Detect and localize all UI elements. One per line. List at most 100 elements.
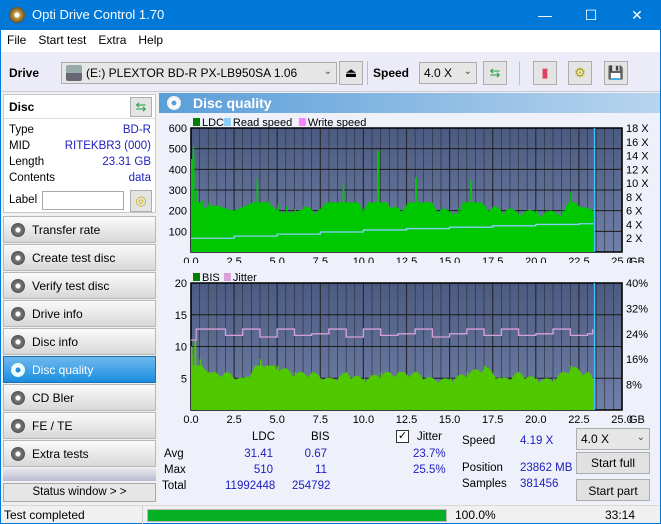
nav-transfer-rate[interactable]: Transfer rate: [3, 216, 156, 243]
max-ldc: 510: [253, 464, 273, 476]
data-bar: [194, 202, 197, 252]
menu-help[interactable]: Help: [132, 30, 169, 47]
data-spike: [277, 365, 279, 410]
status-window-button[interactable]: Status window > >: [3, 483, 156, 502]
data-spike: [294, 371, 296, 410]
refresh-icon: ⇆: [135, 99, 147, 114]
data-spike: [225, 208, 227, 252]
disc-row-length: Length 23.31 GB: [4, 156, 155, 172]
disc-quality-icon: [11, 363, 25, 377]
status-text: Test completed: [4, 508, 85, 522]
erase-button[interactable]: ▮: [533, 61, 557, 85]
speed-select[interactable]: 4.0 X ⌄: [419, 62, 477, 84]
nav-disc-info[interactable]: Disc info: [3, 328, 156, 355]
legend-swatch: [193, 273, 200, 281]
start-full-button[interactable]: Start full: [576, 452, 650, 474]
maximize-button[interactable]: ☐: [568, 0, 614, 30]
position-label: Position: [462, 462, 503, 474]
data-spike: [242, 378, 245, 410]
data-spike: [268, 200, 271, 252]
y-tick-label: 500: [169, 144, 187, 156]
disc-contents-label: Contents: [9, 172, 56, 184]
close-button[interactable]: ✕: [614, 0, 660, 30]
nav-label: Drive info: [32, 307, 83, 321]
disc-label-input[interactable]: [42, 191, 124, 210]
eject-button[interactable]: ⏏: [339, 61, 363, 85]
legend-swatch: [193, 118, 200, 126]
window-title: Opti Drive Control 1.70: [32, 7, 165, 22]
y-right-tick-label: 16%: [626, 354, 648, 366]
x-axis-unit: GB: [629, 256, 645, 263]
settings-button[interactable]: ⚙: [568, 61, 592, 85]
avg-label: Avg: [164, 448, 184, 460]
nav-drive-info[interactable]: Drive info: [3, 300, 156, 327]
data-spike: [449, 210, 452, 252]
progress-fill: [148, 510, 446, 521]
x-tick-label: 5.0: [270, 256, 285, 263]
jitter-label: Jitter: [417, 431, 442, 443]
nav-label: CD Bler: [32, 391, 75, 405]
jitter-checkbox[interactable]: ✓: [396, 430, 409, 443]
data-spike: [320, 208, 322, 252]
data-spike: [415, 371, 417, 410]
x-tick-label: 5.0: [270, 414, 285, 425]
drive-select-value: (E:) PLEXTOR BD-R PX-LB950SA 1.06: [86, 66, 298, 80]
nav-label: Verify test disc: [32, 279, 110, 293]
data-spike: [535, 210, 538, 252]
y-tick-label: 10: [175, 342, 187, 354]
data-spike: [294, 208, 296, 252]
data-spike: [397, 371, 400, 410]
toolbar-separator: [519, 61, 520, 85]
speed-label: Speed: [462, 435, 496, 447]
toolbar-separator: [367, 61, 368, 85]
x-tick-label: 10.0: [353, 256, 374, 263]
y-right-tick-label: 10 X: [626, 178, 649, 190]
refresh-icon: ⇆: [489, 65, 501, 80]
y-tick-label: 15: [175, 310, 187, 322]
status-bar: Test completed 100.0% 33:14: [1, 505, 660, 524]
total-bis: 254792: [292, 480, 331, 492]
disc-row-contents: Contents data: [4, 172, 155, 188]
legend-swatch: [223, 273, 231, 281]
x-tick-label: 2.5: [226, 414, 241, 425]
menu-start-test[interactable]: Start test: [32, 30, 92, 47]
nav-verify-test-disc[interactable]: Verify test disc: [3, 272, 156, 299]
minimize-button[interactable]: —: [522, 0, 568, 30]
menu-file[interactable]: File: [1, 30, 32, 47]
samples-value: 381456: [520, 478, 559, 490]
data-spike: [342, 183, 345, 252]
y-right-tick-label: 2 X: [626, 233, 643, 245]
save-button[interactable]: 💾: [604, 61, 628, 85]
toolbar: Drive (E:) PLEXTOR BD-R PX-LB950SA 1.06 …: [1, 52, 660, 92]
drive-info-icon: [11, 307, 25, 321]
title-bar: Opti Drive Control 1.70 — ☐ ✕: [1, 0, 660, 30]
x-tick-label: 17.5: [482, 414, 503, 425]
erase-icon: ▮: [541, 65, 549, 80]
nav-disc-quality[interactable]: Disc quality: [3, 356, 156, 383]
disc-quality-icon: [167, 96, 181, 110]
disc-type-label: Type: [9, 124, 34, 136]
samples-label: Samples: [462, 478, 507, 490]
disc-label-button[interactable]: ◎: [130, 190, 152, 212]
x-axis-unit: GB: [629, 414, 645, 425]
y-right-tick-label: 8%: [626, 380, 642, 392]
cd-bler-icon: [11, 391, 25, 405]
disc-header: Disc: [9, 100, 35, 114]
x-tick-label: 20.0: [525, 256, 546, 263]
nav-extra-tests[interactable]: Extra tests: [3, 440, 156, 467]
refresh-button[interactable]: ⇆: [483, 61, 507, 85]
nav-cd-bler[interactable]: CD Bler: [3, 384, 156, 411]
ldc-chart: 100 200 300 400 500 600 0.0 2.5 5.0 7.5 10.0 12.5 15…: [169, 117, 650, 263]
settings-icon: ⚙: [574, 65, 586, 80]
bis-jitter-chart: 5 10 15 20 0.0 2.5 5.0 7.5 10.0 12.5 15.0 17.5 20.0 2…: [175, 272, 648, 425]
drive-select[interactable]: (E:) PLEXTOR BD-R PX-LB950SA 1.06 ⌄: [61, 62, 337, 84]
menu-extra[interactable]: Extra: [92, 30, 132, 47]
data-spike: [192, 146, 195, 252]
nav-fe-te[interactable]: FE / TE: [3, 412, 156, 439]
avg-bis: 0.67: [304, 448, 327, 460]
nav-create-test-disc[interactable]: Create test disc: [3, 244, 156, 271]
data-spike: [509, 208, 512, 252]
start-part-button[interactable]: Start part: [576, 479, 650, 501]
disc-refresh-button[interactable]: ⇆: [130, 97, 152, 117]
test-speed-select[interactable]: 4.0 X ⌄: [576, 428, 650, 450]
